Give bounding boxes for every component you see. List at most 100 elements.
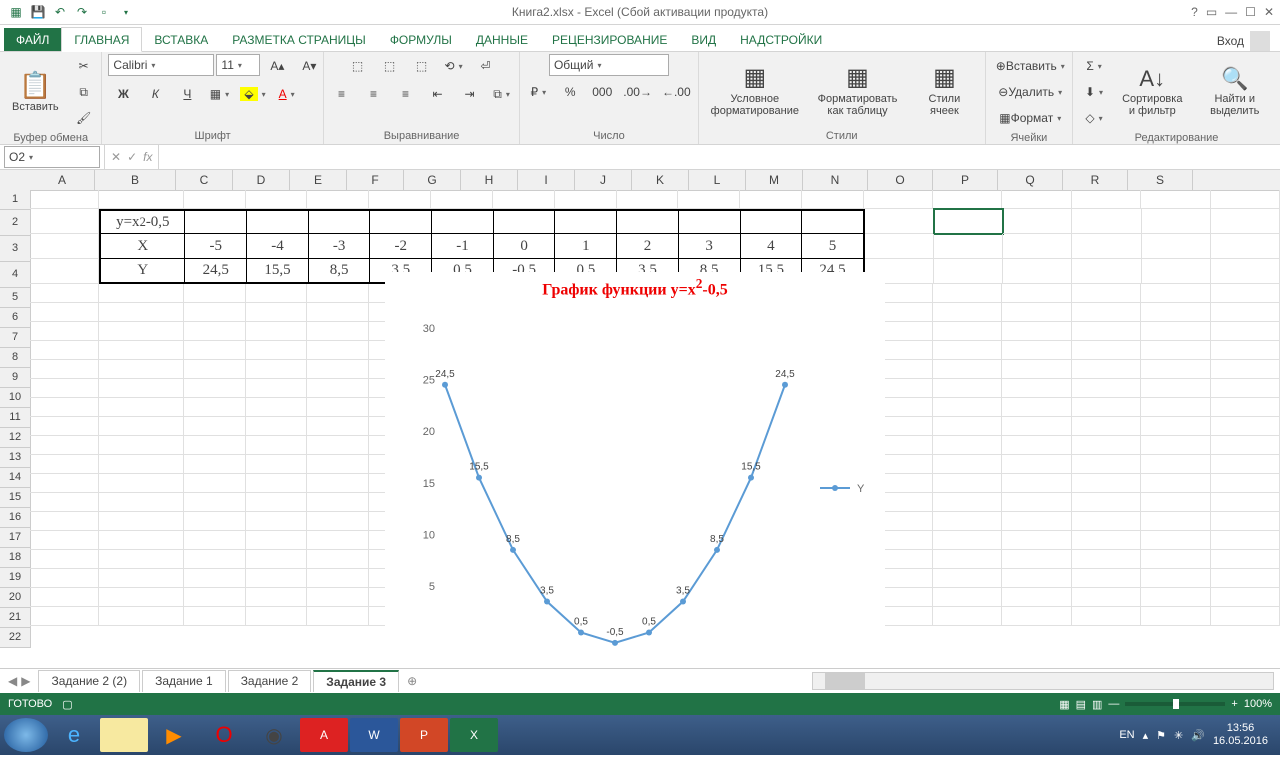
- cell-D2[interactable]: [247, 209, 309, 234]
- cell-E6[interactable]: [307, 303, 369, 322]
- select-all-corner[interactable]: [0, 170, 31, 191]
- cell-E19[interactable]: [307, 550, 369, 569]
- fill-icon[interactable]: ⬇: [1079, 80, 1109, 104]
- cell-C8[interactable]: [184, 341, 246, 360]
- cell-B22[interactable]: [99, 607, 183, 626]
- cell-O15[interactable]: [933, 474, 1002, 493]
- cell-R1[interactable]: [1141, 190, 1210, 209]
- cell-Q19[interactable]: [1072, 550, 1141, 569]
- cell-Q15[interactable]: [1072, 474, 1141, 493]
- cell-S8[interactable]: [1211, 341, 1280, 360]
- cell-J2[interactable]: [617, 209, 679, 234]
- tab-file[interactable]: ФАЙЛ: [4, 28, 61, 51]
- cell-B13[interactable]: [99, 436, 183, 455]
- tray-show-hidden-icon[interactable]: ▴: [1143, 729, 1149, 742]
- format-cells-button[interactable]: ▦ Формат: [992, 106, 1069, 130]
- cell-D10[interactable]: [246, 379, 308, 398]
- cell-B18[interactable]: [99, 531, 183, 550]
- cell-H3[interactable]: 0: [494, 234, 556, 259]
- fx-icon[interactable]: fx: [143, 150, 152, 164]
- cell-C17[interactable]: [184, 512, 246, 531]
- cell-C20[interactable]: [184, 569, 246, 588]
- cell-B7[interactable]: [99, 322, 183, 341]
- cell-C9[interactable]: [184, 360, 246, 379]
- cell-N1[interactable]: [864, 190, 933, 209]
- cell-Q8[interactable]: [1072, 341, 1141, 360]
- tray-network-icon[interactable]: ✳: [1174, 729, 1183, 742]
- increase-decimal-icon[interactable]: .00→: [619, 80, 656, 104]
- cell-D9[interactable]: [246, 360, 308, 379]
- formula-input[interactable]: [159, 147, 1280, 167]
- cell-P6[interactable]: [1002, 303, 1071, 322]
- cell-M3[interactable]: 5: [802, 234, 865, 259]
- cell-D7[interactable]: [246, 322, 308, 341]
- cell-P9[interactable]: [1002, 360, 1071, 379]
- cell-R7[interactable]: [1141, 322, 1210, 341]
- zoom-slider[interactable]: [1125, 702, 1225, 706]
- taskbar-ie-icon[interactable]: e: [50, 718, 98, 752]
- cell-D1[interactable]: [246, 190, 308, 209]
- help-icon[interactable]: ?: [1191, 5, 1198, 19]
- percent-icon[interactable]: %: [555, 80, 585, 104]
- cell-D15[interactable]: [246, 474, 308, 493]
- cell-R5[interactable]: [1141, 284, 1210, 303]
- cancel-formula-icon[interactable]: ✕: [111, 150, 121, 164]
- cell-S15[interactable]: [1211, 474, 1280, 493]
- cell-A20[interactable]: [30, 569, 99, 588]
- align-center-icon[interactable]: ≡: [359, 82, 389, 106]
- cell-L1[interactable]: [740, 190, 802, 209]
- undo-icon[interactable]: ↶: [50, 2, 70, 22]
- row-header-1[interactable]: 1: [0, 190, 30, 210]
- view-break-icon[interactable]: ▥: [1092, 698, 1102, 711]
- cell-P22[interactable]: [1002, 607, 1071, 626]
- row-header-5[interactable]: 5: [0, 288, 30, 308]
- decrease-indent-icon[interactable]: ⇤: [423, 82, 453, 106]
- cell-K3[interactable]: 3: [679, 234, 741, 259]
- autosum-icon[interactable]: Σ: [1079, 54, 1109, 78]
- col-header-P[interactable]: P: [933, 170, 998, 190]
- cell-R18[interactable]: [1141, 531, 1210, 550]
- cell-Q18[interactable]: [1072, 531, 1141, 550]
- cell-D6[interactable]: [246, 303, 308, 322]
- cell-D8[interactable]: [246, 341, 308, 360]
- cell-A16[interactable]: [30, 493, 99, 512]
- cell-R17[interactable]: [1141, 512, 1210, 531]
- cell-C10[interactable]: [184, 379, 246, 398]
- cell-Q10[interactable]: [1072, 379, 1141, 398]
- format-painter-icon[interactable]: 🖌: [69, 106, 99, 130]
- cell-P3[interactable]: [1003, 234, 1072, 259]
- cell-R21[interactable]: [1141, 588, 1210, 607]
- cell-D12[interactable]: [246, 417, 308, 436]
- cell-O1[interactable]: [933, 190, 1002, 209]
- cell-J3[interactable]: 2: [617, 234, 679, 259]
- cell-C5[interactable]: [184, 284, 246, 303]
- redo-icon[interactable]: ↷: [72, 2, 92, 22]
- underline-button[interactable]: Ч: [172, 82, 202, 106]
- cell-P16[interactable]: [1002, 493, 1071, 512]
- row-header-2[interactable]: 2: [0, 210, 30, 236]
- sort-filter-button[interactable]: A↓Сортировка и фильтр: [1113, 65, 1191, 119]
- cell-D5[interactable]: [246, 284, 308, 303]
- cell-H1[interactable]: [493, 190, 555, 209]
- cell-R19[interactable]: [1141, 550, 1210, 569]
- cell-N3[interactable]: [865, 234, 934, 259]
- cell-E8[interactable]: [307, 341, 369, 360]
- cell-I1[interactable]: [555, 190, 617, 209]
- col-header-E[interactable]: E: [290, 170, 347, 190]
- cell-A15[interactable]: [30, 474, 99, 493]
- cell-Q4[interactable]: [1072, 259, 1141, 284]
- cell-R12[interactable]: [1141, 417, 1210, 436]
- cell-S12[interactable]: [1211, 417, 1280, 436]
- cell-S2[interactable]: [1211, 209, 1280, 234]
- cell-B14[interactable]: [99, 455, 183, 474]
- cell-P7[interactable]: [1002, 322, 1071, 341]
- horizontal-scrollbar[interactable]: [812, 672, 1274, 690]
- minimize-icon[interactable]: —: [1225, 5, 1237, 19]
- cell-E5[interactable]: [307, 284, 369, 303]
- cell-E2[interactable]: [309, 209, 371, 234]
- cell-P20[interactable]: [1002, 569, 1071, 588]
- cell-A8[interactable]: [30, 341, 99, 360]
- ribbon-options-icon[interactable]: ▭: [1206, 5, 1217, 19]
- tab-nav-prev-icon[interactable]: ◀: [8, 674, 17, 688]
- cell-Q5[interactable]: [1072, 284, 1141, 303]
